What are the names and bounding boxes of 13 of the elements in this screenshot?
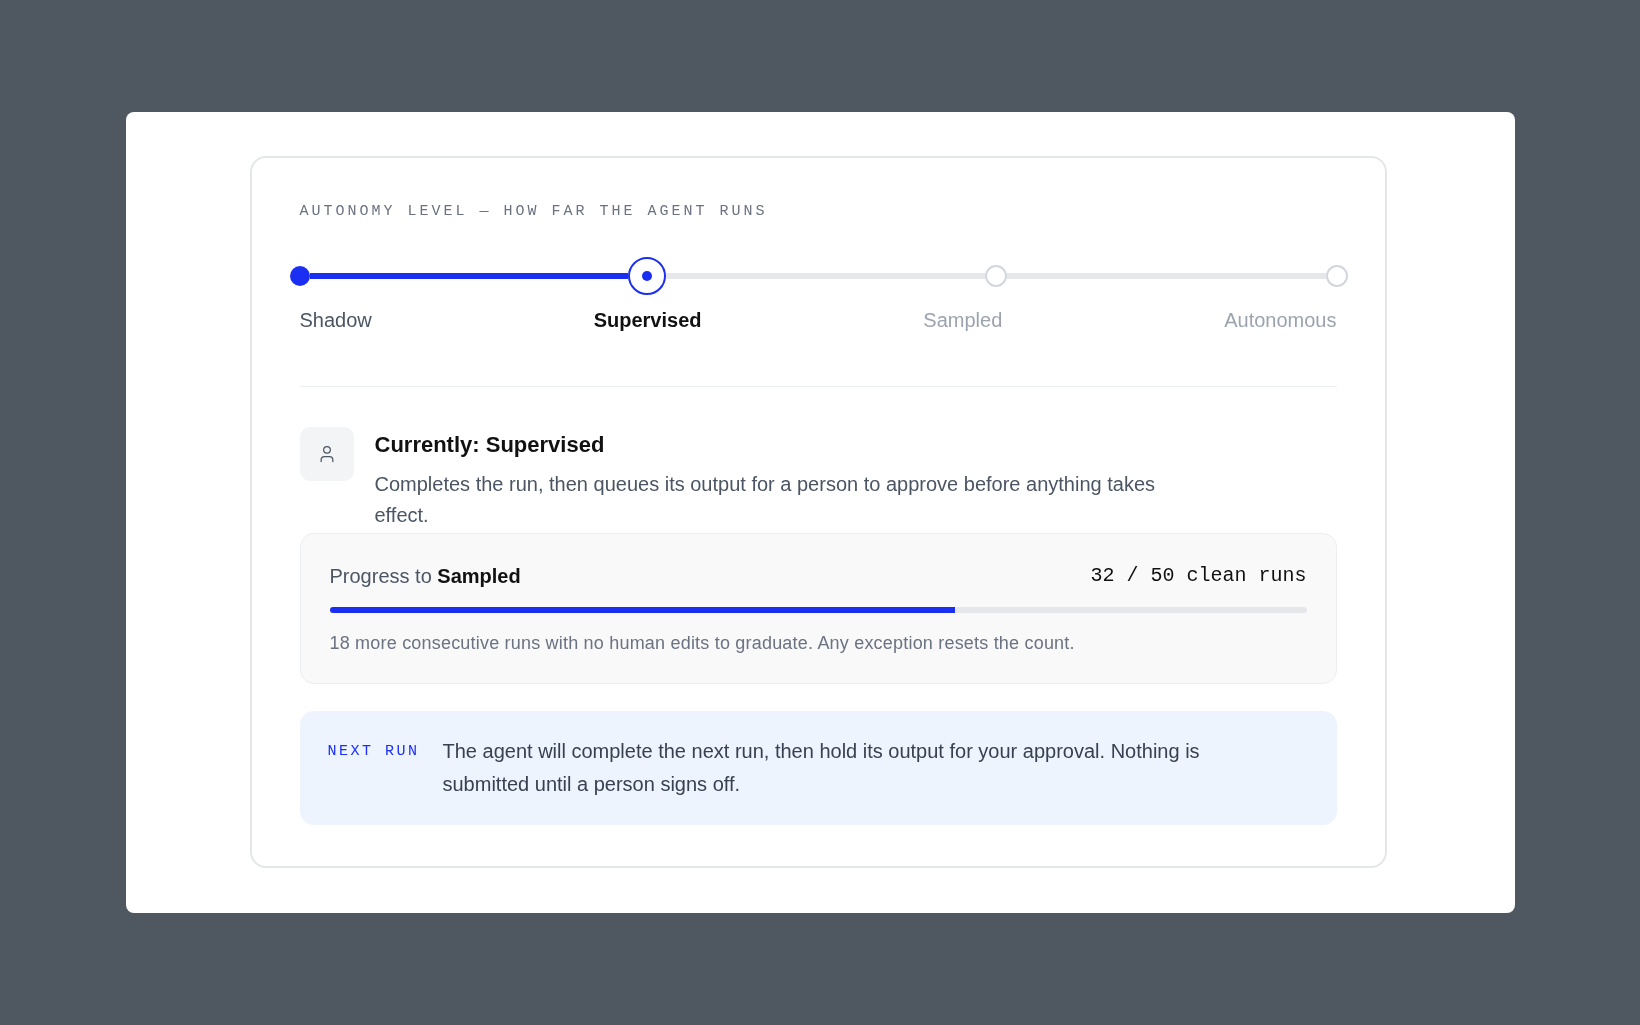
progress-label: Progress to Sampled	[329, 564, 521, 589]
step-label: Sampled	[923, 308, 1003, 333]
step-label: Shadow	[299, 308, 372, 333]
section-heading: AUTONOMY LEVEL — HOW FAR THE AGENT RUNS	[299, 202, 769, 222]
step-label: Autonomous	[1224, 308, 1337, 333]
status-title: Currently: Supervised	[374, 431, 606, 459]
progress-count: 32 / 50 clean runs	[1090, 563, 1307, 589]
progress-note: 18 more consecutive runs with no human edits to graduate. Any exception resets the count.	[329, 632, 1076, 655]
person-icon	[299, 427, 354, 481]
next-run-tag: NEXT RUN	[327, 735, 443, 768]
status-description: Completes the run, then queues its output for a person to approve before anything takes effect.	[374, 472, 1156, 528]
step-label: Supervised	[593, 308, 702, 333]
next-run-text: The agent will complete the next run, then hold its output for your approval. Nothing is submitted until a person signs off.	[442, 739, 1201, 797]
